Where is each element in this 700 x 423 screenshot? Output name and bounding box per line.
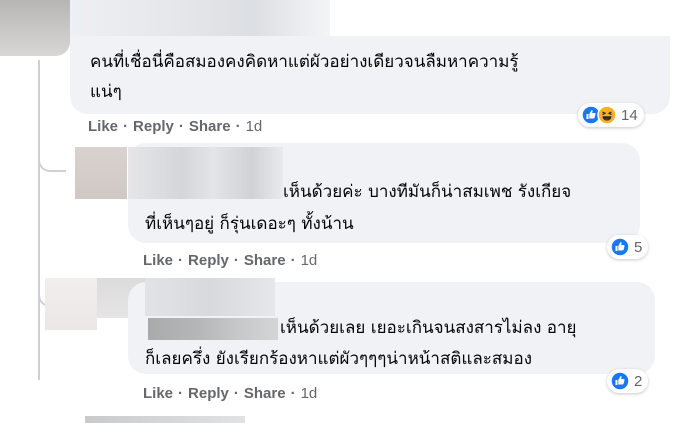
reply-button[interactable]: Reply <box>188 385 229 402</box>
like-button[interactable]: Like <box>88 118 118 135</box>
censored-name <box>145 278 275 316</box>
comment-text-line: ก็เลยครึ่ง ยังเรียกร้องหาแต่ผัวๆๆๆน่าหน้… <box>145 349 532 369</box>
reply-button[interactable]: Reply <box>133 118 174 135</box>
comment-text-line: เห็นด้วยค่ะ บางทีมันก็น่าสมเพช รังเกียจ <box>283 182 572 202</box>
like-button[interactable]: Like <box>143 252 173 269</box>
like-button[interactable]: Like <box>143 385 173 402</box>
reaction-summary[interactable]: 5 <box>607 235 649 259</box>
comment-text-line: แน่ๆ <box>90 82 122 102</box>
thread-line <box>38 60 40 380</box>
censored-avatar <box>45 278 97 330</box>
timestamp[interactable]: 1d <box>301 252 318 269</box>
comment-actions: Like · Reply · Share · 1d <box>88 118 263 135</box>
reaction-summary[interactable]: 14 <box>578 103 644 127</box>
comment-text-line: คนที่เชื่อนี่คือสมองคงคิดหาแต่ผัวอย่างเด… <box>90 52 519 72</box>
thread-connector <box>38 140 66 172</box>
like-icon <box>610 237 630 257</box>
share-button[interactable]: Share <box>244 385 286 402</box>
reaction-summary[interactable]: 2 <box>607 369 649 393</box>
like-icon <box>610 371 630 391</box>
reaction-count: 14 <box>621 106 638 124</box>
comment-actions: Like · Reply · Share · 1d <box>143 252 318 269</box>
comment-text-line: ที่เห็นๆอยู่ ก็รุ่นเดอะๆ ทั้งน้าน <box>145 214 354 234</box>
censored-avatar <box>75 147 127 199</box>
censored-name <box>128 147 283 199</box>
censored-name <box>70 0 330 40</box>
reaction-count: 2 <box>634 372 643 390</box>
share-button[interactable]: Share <box>244 252 286 269</box>
censored-name <box>148 318 278 340</box>
next-comment-partial <box>85 416 245 423</box>
timestamp[interactable]: 1d <box>246 118 263 135</box>
reaction-count: 5 <box>634 238 643 256</box>
censored-avatar <box>0 0 70 56</box>
share-button[interactable]: Share <box>189 118 231 135</box>
haha-icon <box>597 105 617 125</box>
reply-button[interactable]: Reply <box>188 252 229 269</box>
comment-text-line: เห็นด้วยเลย เยอะเกินจนสงสารไม่ลง อายุ <box>280 318 577 338</box>
timestamp[interactable]: 1d <box>301 385 318 402</box>
comment-actions: Like · Reply · Share · 1d <box>143 385 318 402</box>
